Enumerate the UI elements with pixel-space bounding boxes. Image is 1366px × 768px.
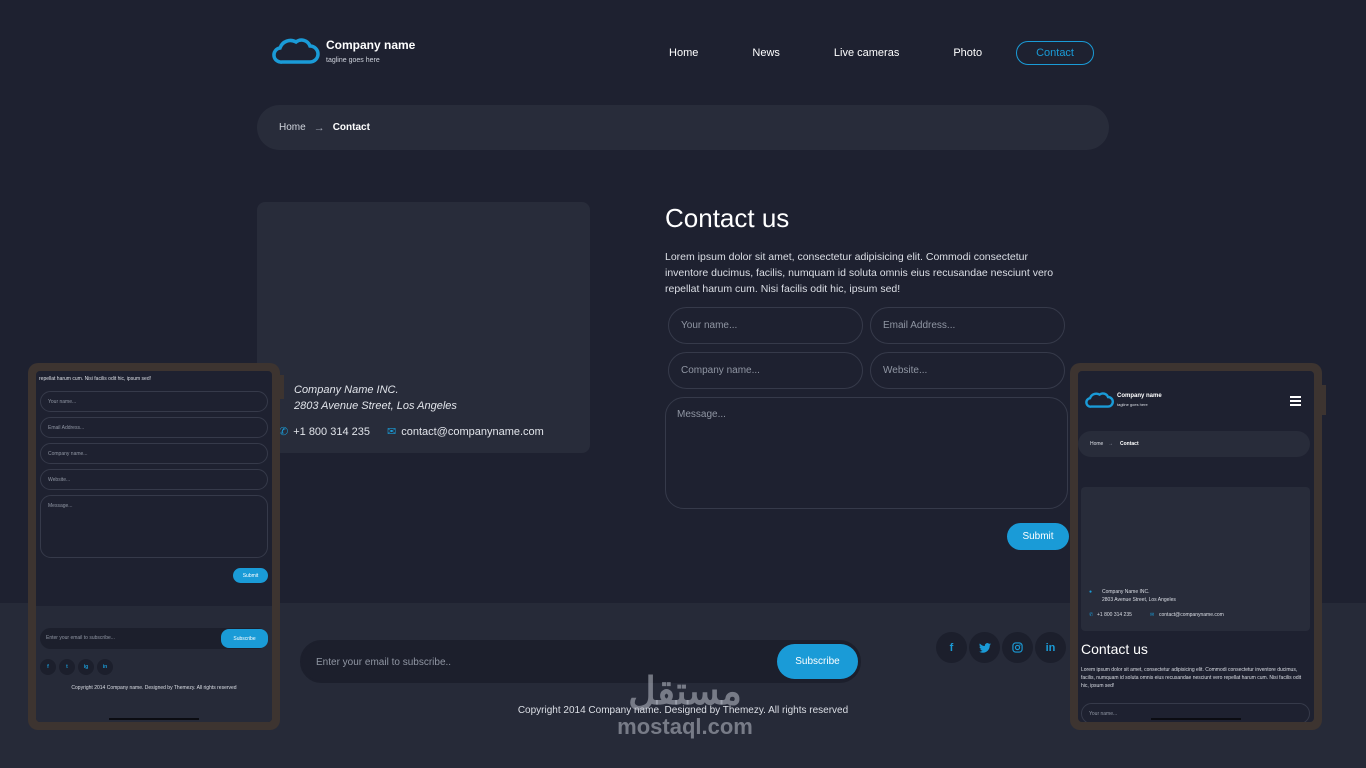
mobile-envelope-icon: ✉ [1150,612,1155,618]
device-side-button [1322,385,1326,415]
mobile-street-address: 2803 Avenue Street, Los Angeles [1102,597,1176,603]
mobile-twitter-icon[interactable]: t [59,659,75,675]
nav-photo[interactable]: Photo [953,47,982,59]
site-header: Company name tagline goes here Home News… [270,30,1100,74]
mobile-mockup-right: Company name tagline goes here Home → Co… [1070,363,1326,730]
nav-live-cameras[interactable]: Live cameras [834,47,899,59]
mobile-breadcrumb-current: Contact [1120,441,1139,447]
website-input[interactable] [870,352,1065,389]
mobile-copyright: Copyright 2014 Company name. Designed by… [71,685,237,691]
street-address: 2803 Avenue Street, Los Angeles [294,400,457,412]
hamburger-menu-icon[interactable] [1290,396,1301,406]
phone-icon: ✆ [279,426,289,438]
breadcrumb-home[interactable]: Home [279,122,306,133]
mobile-description-fragment: repellat harum cum. Nisi facilis odit hi… [39,376,151,382]
mobile-phone-icon: ✆ [1089,612,1094,618]
watermark: مستقل mostaql.com [600,672,770,740]
mobile-linkedin-icon[interactable]: in [97,659,113,675]
mobile-cloud-logo-icon [1085,392,1114,408]
submit-button[interactable]: Submit [1007,523,1069,550]
subscribe-email-input[interactable] [316,651,756,673]
main-nav: Home News Live cameras Photo Contact [615,41,1094,65]
mobile-name-input[interactable]: Your name... [40,391,268,412]
phone-number[interactable]: +1 800 314 235 [293,426,370,438]
mobile-message-textarea[interactable]: Message... [40,495,268,558]
map-card: Company Name INC. 2803 Avenue Street, Lo… [257,202,590,453]
mobile-facebook-icon[interactable]: f [40,659,56,675]
cloud-logo-icon [272,38,320,64]
arrow-right-icon: → [313,121,325,134]
breadcrumb: Home → Contact [257,105,1109,150]
message-textarea[interactable] [665,397,1068,509]
home-indicator [1151,718,1241,720]
watermark-arabic: مستقل [628,671,742,713]
company-name: Company Name INC. [294,384,399,396]
mobile-instagram-icon[interactable]: ig [78,659,94,675]
mobile-footer: Enter your email to subscribe... Subscri… [36,606,272,722]
mobile-breadcrumb: Home → Contact [1078,431,1310,457]
contact-description: Lorem ipsum dolor sit amet, consectetur … [665,251,1054,295]
subscribe-form: Subscribe [300,640,861,683]
device-side-button [280,375,284,399]
mobile-phone-number[interactable]: +1 800 314 235 [1097,611,1132,619]
mobile-contact-description: Lorem ipsum dolor sit amet, consectetur … [1081,667,1302,689]
facebook-icon[interactable]: f [936,632,967,663]
mobile-social-links: f t ig in [40,659,116,675]
brand-tagline: tagline goes here [326,57,380,64]
mobile-brand-name: Company name [1117,393,1162,399]
breadcrumb-current: Contact [332,122,370,133]
email-address[interactable]: contact@companyname.com [401,426,544,438]
mobile-screen-right: Company name tagline goes here Home → Co… [1078,371,1314,722]
instagram-glyph-icon [1012,642,1023,653]
email-input[interactable] [870,307,1065,344]
mobile-location-pin-icon: ● [1089,589,1093,595]
watermark-latin: mostaql.com [617,714,753,739]
twitter-bird-icon [978,642,991,653]
mobile-company-name: Company Name INC. [1102,589,1150,595]
mobile-website-input[interactable]: Website... [40,469,268,490]
logo[interactable]: Company name tagline goes here [270,36,415,66]
linkedin-icon[interactable]: in [1035,632,1066,663]
mobile-email-address[interactable]: contact@companyname.com [1159,611,1224,619]
mobile-company-input[interactable]: Company name... [40,443,268,464]
nav-contact[interactable]: Contact [1016,41,1094,65]
mobile-breadcrumb-home[interactable]: Home [1090,440,1103,448]
instagram-icon[interactable] [1002,632,1033,663]
mobile-subscribe-input[interactable]: Enter your email to subscribe... [46,634,115,642]
mobile-subscribe-form: Enter your email to subscribe... Subscri… [40,628,268,649]
name-input[interactable] [668,307,863,344]
home-indicator [109,718,199,720]
social-links: f in [936,632,1068,663]
contact-details: ✆ +1 800 314 235 ✉ contact@companyname.c… [279,425,544,439]
mobile-mockup-left: repellat harum cum. Nisi facilis odit hi… [28,363,284,730]
mobile-submit-button[interactable]: Submit [233,568,268,583]
brand-name: Company name [326,38,416,52]
mobile-arrow-right-icon: → [1108,441,1113,447]
company-address: Company Name INC. 2803 Avenue Street, Lo… [294,382,457,414]
mobile-map-card: ● Company Name INC. 2803 Avenue Street, … [1081,487,1310,631]
subscribe-button[interactable]: Subscribe [777,644,858,679]
page-title: Contact us [665,203,790,233]
mobile-brand-tagline: tagline goes here [1117,402,1148,407]
mobile-screen-left: repellat harum cum. Nisi facilis odit hi… [36,371,272,722]
mobile-page-title: Contact us [1081,641,1148,657]
twitter-icon[interactable] [969,632,1000,663]
mobile-subscribe-button[interactable]: Subscribe [221,629,268,648]
nav-home[interactable]: Home [669,47,698,59]
mobile-email-input[interactable]: Email Address... [40,417,268,438]
nav-news[interactable]: News [752,47,780,59]
company-input[interactable] [668,352,863,389]
envelope-icon: ✉ [387,426,397,438]
